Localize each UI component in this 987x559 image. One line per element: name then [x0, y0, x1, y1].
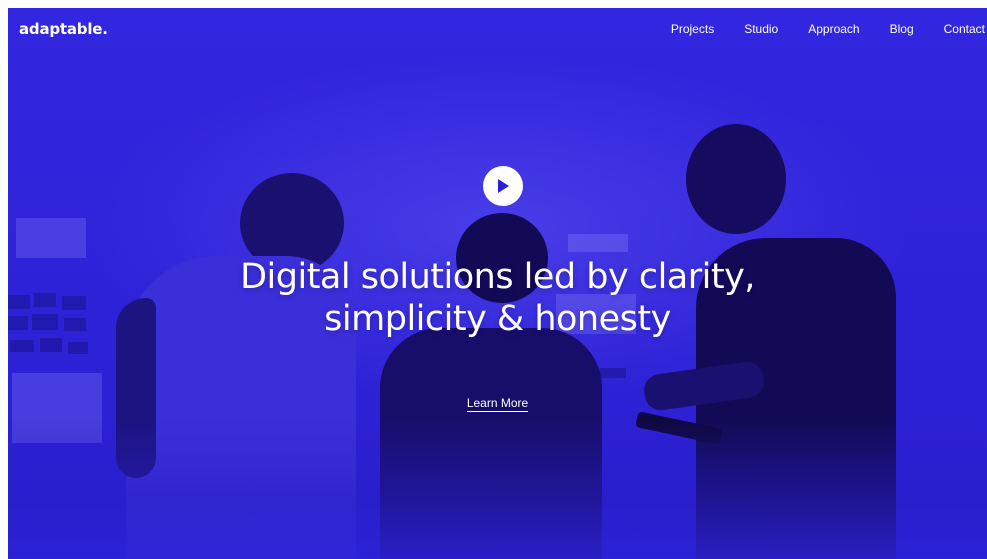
- nav-item-contact[interactable]: Contact: [944, 22, 985, 36]
- play-video-button[interactable]: [483, 166, 523, 206]
- main-nav: Projects Studio Approach Blog Contact: [641, 22, 985, 36]
- nav-item-projects[interactable]: Projects: [671, 22, 714, 36]
- person-right: [686, 124, 786, 234]
- nav-item-blog[interactable]: Blog: [890, 22, 914, 36]
- nav-item-approach[interactable]: Approach: [808, 22, 859, 36]
- hero-headline: Digital solutions led by clarity, simpli…: [8, 256, 987, 340]
- learn-more-wrapper: Learn More: [8, 394, 987, 412]
- learn-more-link[interactable]: Learn More: [466, 396, 529, 412]
- headline-line-1: Digital solutions led by clarity,: [240, 257, 755, 297]
- hero-section: adaptable. Projects Studio Approach Blog…: [8, 8, 987, 559]
- nav-item-studio[interactable]: Studio: [744, 22, 778, 36]
- brand-logo[interactable]: adaptable.: [19, 20, 108, 38]
- play-icon: [498, 179, 509, 193]
- headline-line-2: simplicity & honesty: [324, 299, 671, 339]
